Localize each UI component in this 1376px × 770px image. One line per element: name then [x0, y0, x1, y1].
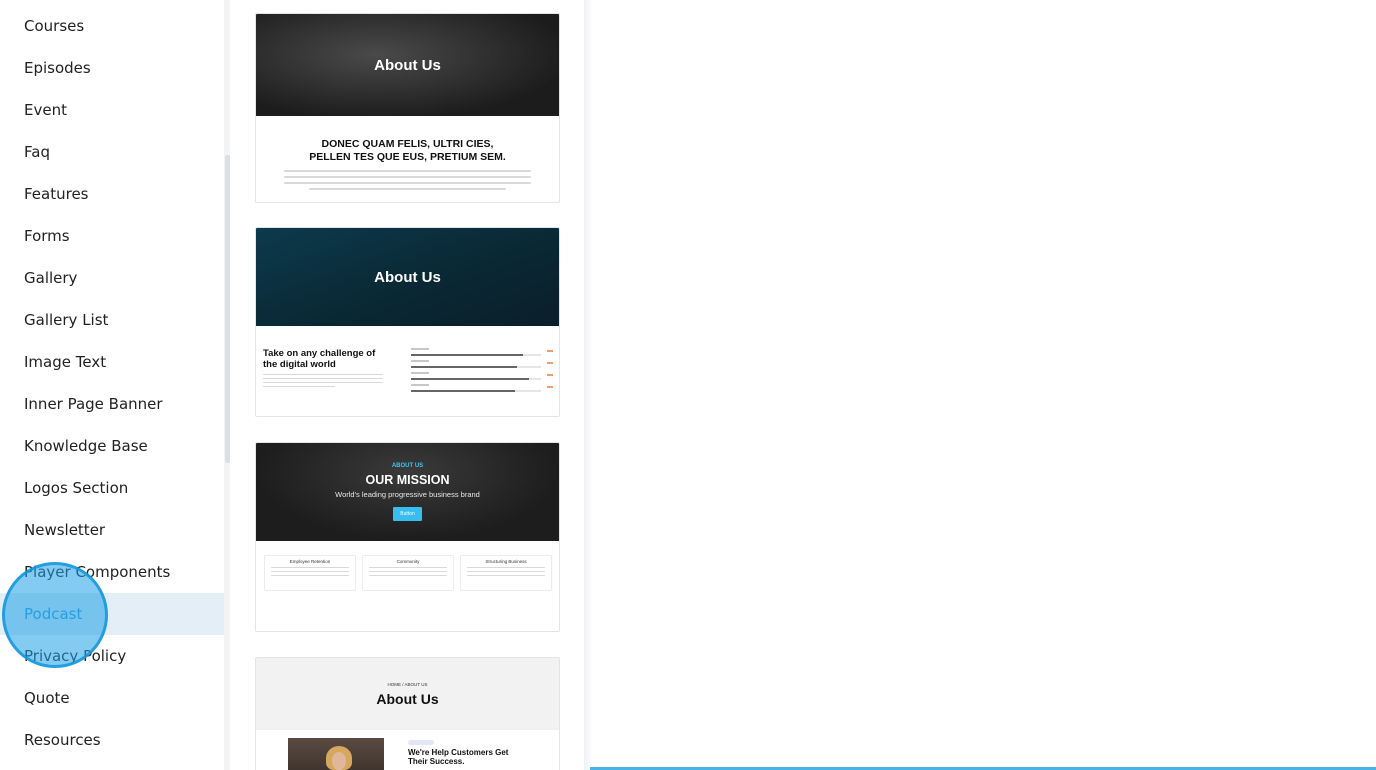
- template-hero-image: About Us: [256, 228, 559, 326]
- sidebar-item-label: Features: [24, 185, 89, 203]
- template-button: Button: [393, 507, 422, 521]
- sidebar-item-label: Forms: [24, 227, 70, 245]
- template-subtitle: World's leading progressive business bra…: [335, 490, 480, 499]
- sidebar-item-label: Faq: [24, 143, 50, 161]
- template-feature-column: Community: [362, 555, 454, 591]
- template-feature-column: Employee Retention: [264, 555, 356, 591]
- sidebar-item-label: Event: [24, 101, 67, 119]
- sidebar-item-label: Inner Page Banner: [24, 395, 163, 413]
- sidebar-item-label: Newsletter: [24, 521, 106, 539]
- template-tag: [408, 740, 434, 745]
- template-feature-title: Community: [396, 559, 420, 564]
- panel-divider: [584, 0, 592, 770]
- template-panel: About Us DONEC QUAM FELIS, ULTRI CIES, P…: [230, 0, 584, 770]
- template-heading-line: Take on any challenge of: [263, 348, 376, 359]
- sidebar-item-gallery[interactable]: Gallery: [0, 257, 224, 299]
- sidebar-item-resources[interactable]: Resources: [0, 719, 224, 761]
- template-heading: Take on any challenge of the digital wor…: [263, 348, 393, 370]
- sidebar-item-privacy-policy[interactable]: Privacy Policy: [0, 635, 224, 677]
- template-feature-title: Employee Retention: [289, 559, 331, 564]
- template-progress-bars: [411, 348, 553, 396]
- template-card-about-us-1[interactable]: About Us DONEC QUAM FELIS, ULTRI CIES, P…: [255, 13, 560, 203]
- sidebar-item-knowledge-base[interactable]: Knowledge Base: [0, 425, 224, 467]
- sidebar-item-podcast[interactable]: Podcast: [0, 593, 224, 635]
- sidebar-item-logos-section[interactable]: Logos Section: [0, 467, 224, 509]
- sidebar-item-faq[interactable]: Faq: [0, 131, 224, 173]
- template-eyebrow: ABOUT US: [391, 463, 424, 469]
- template-breadcrumb: HOME / ABOUT US: [387, 681, 428, 687]
- sidebar-item-inner-page-banner[interactable]: Inner Page Banner: [0, 383, 224, 425]
- preview-canvas: [592, 0, 1376, 767]
- template-photo: [288, 738, 384, 770]
- sidebar-item-newsletter[interactable]: Newsletter: [0, 509, 224, 551]
- sidebar-item-event[interactable]: Event: [0, 89, 224, 131]
- template-hero-title: About Us: [376, 690, 439, 707]
- template-hero-title: OUR MISSION: [365, 473, 450, 487]
- sidebar-item-label: Logos Section: [24, 479, 129, 497]
- sidebar-item-label: Resources: [24, 731, 101, 749]
- template-feature-title: Structuring Business: [485, 559, 527, 564]
- template-headline-line: DONEC QUAM FELIS, ULTRI CIES,: [321, 138, 494, 150]
- template-heading-line: We're Help Customers Get: [408, 748, 509, 757]
- sidebar-item-label: Image Text: [24, 353, 107, 371]
- template-heading-line: the digital world: [263, 359, 336, 370]
- template-hero-image: About Us: [256, 14, 559, 116]
- template-heading-line: Their Success.: [408, 757, 465, 766]
- sidebar-item-label: Podcast: [24, 605, 83, 623]
- template-card-about-us-2[interactable]: About Us Take on any challenge of the di…: [255, 227, 560, 417]
- template-card-our-mission[interactable]: ABOUT US OUR MISSION World's leading pro…: [255, 442, 560, 632]
- template-feature-column: Structuring Business: [460, 555, 552, 591]
- sidebar-item-forms[interactable]: Forms: [0, 215, 224, 257]
- template-headline: DONEC QUAM FELIS, ULTRI CIES, PELLEN TES…: [256, 138, 559, 164]
- sidebar-item-features[interactable]: Features: [0, 173, 224, 215]
- sidebar-nav: Courses Episodes Event Faq Features Form…: [0, 0, 224, 770]
- template-hero-banner: HOME / ABOUT US About Us: [256, 658, 559, 730]
- sidebar-item-label: Courses: [24, 17, 85, 35]
- sidebar-item-label: Privacy Policy: [24, 647, 127, 665]
- sidebar-item-label: Gallery List: [24, 311, 109, 329]
- template-body-placeholder: [263, 374, 383, 391]
- template-card-about-us-3[interactable]: HOME / ABOUT US About Us We're Help Cust…: [255, 657, 560, 770]
- sidebar-item-quote[interactable]: Quote: [0, 677, 224, 719]
- sidebar-item-label: Gallery: [24, 269, 78, 287]
- template-hero-title: About Us: [374, 268, 441, 286]
- sidebar-item-player-components[interactable]: Player Components: [0, 551, 224, 593]
- sidebar-item-image-text[interactable]: Image Text: [0, 341, 224, 383]
- sidebar-item-courses[interactable]: Courses: [0, 5, 224, 47]
- sidebar-item-label: Episodes: [24, 59, 91, 77]
- sidebar-item-label: Knowledge Base: [24, 437, 148, 455]
- template-heading: We're Help Customers Get Their Success.: [408, 748, 518, 766]
- sidebar-item-gallery-list[interactable]: Gallery List: [0, 299, 224, 341]
- template-hero-image: ABOUT US OUR MISSION World's leading pro…: [256, 443, 559, 541]
- template-feature-columns: Employee Retention Community Structuring…: [264, 555, 552, 591]
- sidebar-item-label: Quote: [24, 689, 70, 707]
- template-hero-title: About Us: [374, 56, 441, 74]
- template-body-placeholder: [284, 170, 531, 194]
- sidebar-item-episodes[interactable]: Episodes: [0, 47, 224, 89]
- sidebar-item-label: Player Components: [24, 563, 171, 581]
- template-headline-line: PELLEN TES QUE EUS, PRETIUM SEM.: [309, 151, 506, 163]
